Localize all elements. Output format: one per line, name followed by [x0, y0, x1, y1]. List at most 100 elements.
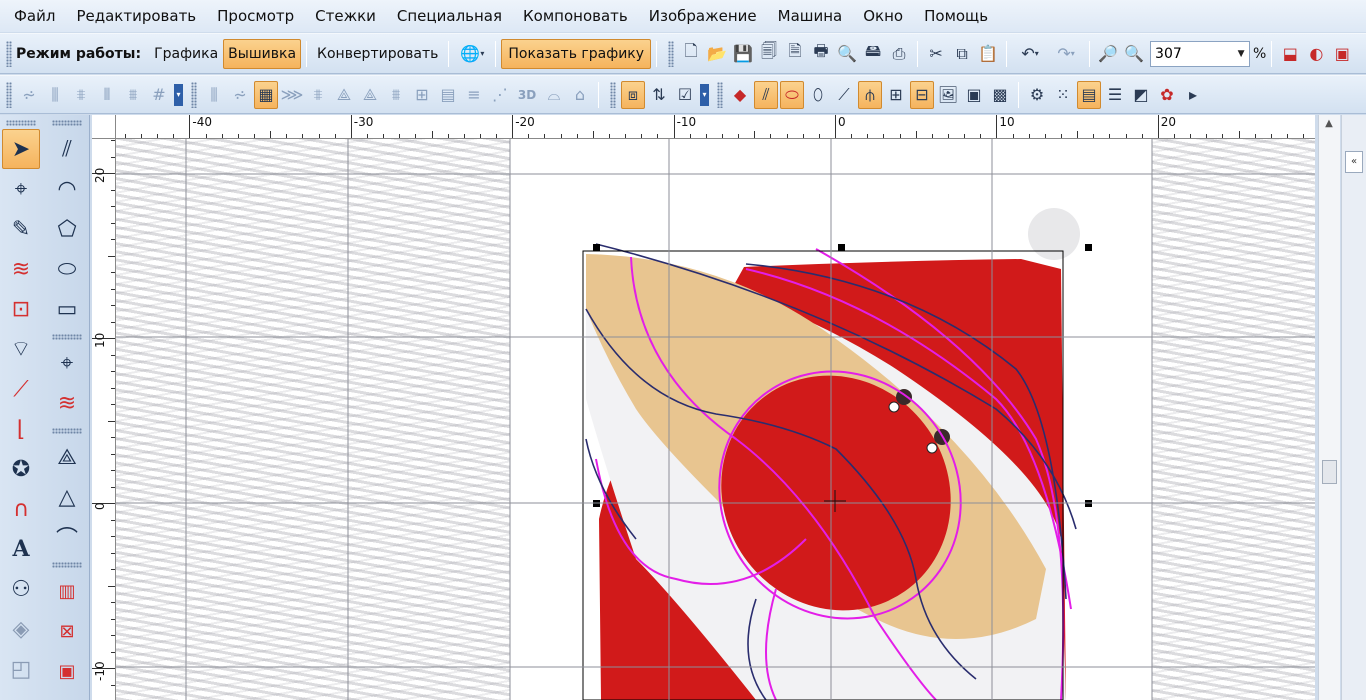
text-tool-icon[interactable]: A — [2, 529, 40, 569]
show-outline-icon[interactable]: ⬭ — [780, 80, 804, 109]
show-image-icon[interactable]: 🖼 — [936, 81, 960, 109]
show-wireframe-icon[interactable]: ⬯ — [806, 81, 830, 109]
menu-special[interactable]: Специальная — [397, 7, 502, 25]
branch-icon[interactable]: ⌊ — [2, 409, 40, 449]
stitch-type-11-icon[interactable]: ⟁ — [332, 81, 356, 109]
collapse-panel-icon[interactable]: « — [1345, 151, 1363, 173]
polygon-node-icon[interactable]: ⟁ — [48, 437, 86, 477]
parallel-lines-icon[interactable]: ⫽ — [48, 129, 86, 169]
stitch-type-3-icon[interactable]: ⩨ — [69, 81, 93, 109]
reshape-icon[interactable]: ⌖ — [2, 169, 40, 209]
machine-icon[interactable]: 🖴 — [861, 40, 885, 68]
convert-button[interactable]: Конвертировать — [312, 39, 443, 69]
rectangle-icon[interactable]: ▭ — [48, 289, 86, 329]
show-needle-points-icon[interactable]: ⫽ — [754, 80, 778, 109]
zoom-box-icon[interactable]: 🔎 — [1096, 40, 1120, 68]
stitch-type-13-icon[interactable]: ⩩ — [384, 81, 408, 109]
save-icon[interactable]: 💾 — [731, 40, 755, 68]
arc-icon[interactable]: ◠ — [48, 169, 86, 209]
stitch-sequence-icon[interactable]: ⇅ — [647, 81, 671, 109]
menu-image[interactable]: Изображение — [649, 7, 757, 25]
satin-icon[interactable]: ▣ — [48, 651, 86, 691]
globe-icon[interactable]: 🌐 ▾ — [455, 40, 489, 68]
dots-grid-icon[interactable]: ⁙ — [1051, 81, 1075, 109]
vertical-scrollbar[interactable]: ▲ — [1318, 115, 1340, 700]
star-icon[interactable]: ✪ — [2, 449, 40, 489]
select-arrow-icon[interactable]: ➤ — [2, 129, 40, 169]
show-bitmap-icon[interactable]: ▣ — [962, 81, 986, 109]
open-file-icon[interactable]: 📂 — [705, 40, 729, 68]
grid-stitch-icon[interactable]: ⊞ — [48, 691, 86, 700]
show-grid-icon[interactable]: ⊞ — [884, 81, 908, 109]
panel-grip[interactable] — [52, 428, 82, 434]
toolbar-grip[interactable] — [6, 81, 12, 108]
horseshoe-icon[interactable]: ∩ — [2, 489, 40, 529]
stitch-type-9-icon[interactable]: ⋙ — [280, 81, 304, 109]
more-icon[interactable]: ▸ — [1181, 81, 1205, 109]
menu-window[interactable]: Окно — [863, 7, 903, 25]
object-properties-icon[interactable]: ◩ — [1129, 81, 1153, 109]
cross-stitch-icon[interactable]: ⊠ — [48, 611, 86, 651]
stitch-type-10-icon[interactable]: ⩨ — [306, 81, 330, 109]
export-icon[interactable]: 🗐 — [757, 40, 781, 68]
show-connectors-icon[interactable]: ⟋ — [832, 81, 856, 109]
transform-icon[interactable]: ⊡ — [2, 289, 40, 329]
show-function-icon[interactable]: ⫛ — [858, 80, 882, 109]
stitch-type-2-icon[interactable]: ⫼ — [43, 81, 67, 109]
menu-stitches[interactable]: Стежки — [315, 7, 376, 25]
stitch-type-7-icon[interactable]: ⫼ — [202, 81, 226, 109]
print-preview-icon[interactable]: 🗎 — [783, 40, 807, 68]
stitch-type-8-icon[interactable]: ⩫ — [228, 81, 252, 109]
toolbar-dropdown[interactable]: ▾ — [700, 83, 709, 106]
zigzag-icon[interactable]: ≋ — [2, 249, 40, 289]
stitch-3d-button[interactable]: 3D — [514, 81, 540, 109]
toolbar-grip[interactable] — [668, 40, 675, 67]
reshape-node-icon[interactable]: ⌖ — [48, 343, 86, 383]
stitch-type-17-icon[interactable]: ⋰ — [488, 81, 512, 109]
flower-icon[interactable]: ✿ — [2, 689, 40, 700]
panel-grip[interactable] — [6, 120, 36, 126]
stitch-type-16-icon[interactable]: ≡ — [462, 81, 486, 109]
menu-machine[interactable]: Машина — [778, 7, 843, 25]
show-fabric-icon[interactable]: ◆ — [728, 81, 752, 109]
print-icon[interactable]: 🖶 — [809, 40, 833, 68]
paste-icon[interactable]: 📋 — [976, 40, 1000, 68]
checkbox-icon[interactable]: ☑ — [673, 81, 697, 109]
menu-help[interactable]: Помощь — [924, 7, 988, 25]
stitch-type-6-icon[interactable]: # — [147, 81, 171, 109]
scroll-up-icon[interactable]: ▲ — [1319, 115, 1339, 133]
scroll-thumb[interactable] — [1322, 460, 1337, 484]
stitch-node-icon[interactable]: ≋ — [48, 383, 86, 423]
color-sequence-icon[interactable]: ⬓ — [1278, 40, 1302, 68]
design-canvas[interactable] — [116, 139, 1315, 700]
panel-grip[interactable] — [52, 120, 82, 126]
zoom-combobox[interactable]: 307 ▼ — [1150, 40, 1251, 67]
panel-grip[interactable] — [52, 334, 82, 340]
fill-stitch-icon[interactable]: ▦ — [254, 80, 278, 109]
settings-icon[interactable]: ⚙ — [1025, 81, 1049, 109]
stitch-type-5-icon[interactable]: ⩩ — [121, 81, 145, 109]
cut-icon[interactable]: ✂ — [924, 40, 948, 68]
color-blend-icon[interactable]: ◐ — [1304, 40, 1328, 68]
stitch-type-12-icon[interactable]: ⟁ — [358, 81, 382, 109]
redo-icon[interactable]: ↷ ▾ — [1049, 40, 1083, 68]
horizontal-ruler[interactable]: -40 -30 -20 -10 0 10 20 — [116, 115, 1315, 139]
menu-edit[interactable]: Редактировать — [76, 7, 196, 25]
menu-view[interactable]: Просмотр — [217, 7, 294, 25]
mode-graphics-button[interactable]: Графика — [149, 39, 223, 69]
send-icon[interactable]: ⎙ — [887, 40, 911, 68]
chevron-down-icon[interactable]: ▼ — [1233, 49, 1249, 59]
menu-file[interactable]: Файл — [14, 7, 55, 25]
stitch-type-14-icon[interactable]: ⊞ — [410, 81, 434, 109]
stitch-type-1-icon[interactable]: ⩫ — [17, 81, 41, 109]
toolbar-dropdown[interactable]: ▾ — [174, 83, 183, 106]
pen-icon[interactable]: ✎ — [2, 209, 40, 249]
sew-simulator-icon[interactable]: ✿ — [1155, 81, 1179, 109]
monogram-icon[interactable]: ◈ — [2, 609, 40, 649]
toolbar-grip[interactable] — [610, 81, 616, 108]
undo-icon[interactable]: ↶ ▾ — [1013, 40, 1047, 68]
show-stitches-icon[interactable]: ⧈ — [621, 80, 645, 109]
color-film-icon[interactable]: ▣ — [1330, 40, 1354, 68]
ellipse-icon[interactable]: ⬭ — [48, 249, 86, 289]
menu-arrange[interactable]: Компоновать — [523, 7, 628, 25]
